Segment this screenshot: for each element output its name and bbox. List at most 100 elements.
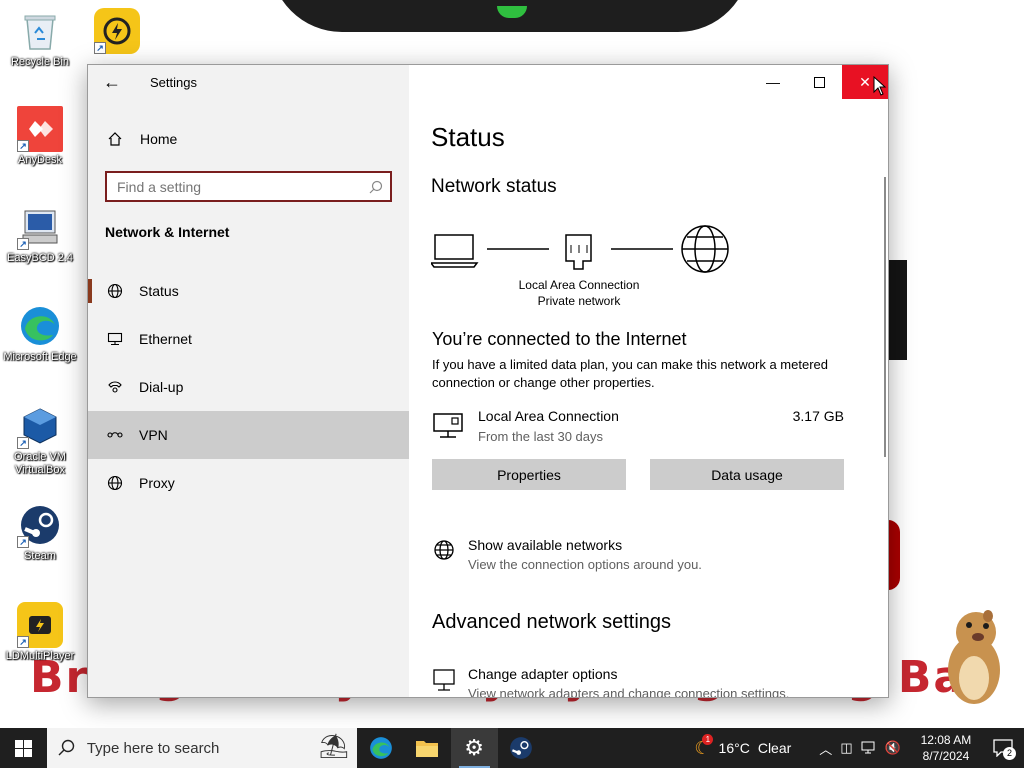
weather-temperature: 16°C: [718, 740, 750, 756]
shortcut-arrow-icon: ↗: [17, 238, 29, 250]
sidebar-item-label: Ethernet: [139, 331, 192, 347]
connected-description: If you have a limited data plan, you can…: [432, 357, 828, 390]
properties-button[interactable]: Properties: [432, 459, 626, 490]
meet-now-icon[interactable]: ◫: [840, 740, 852, 756]
sidebar-item-vpn[interactable]: VPN: [88, 411, 409, 459]
network-type: Private network: [537, 294, 621, 308]
sidebar-nav: Status Ethernet Dial-up VPN Proxy: [88, 267, 409, 507]
sidebar-item-label: Status: [139, 283, 179, 299]
shortcut-arrow-icon: ↗: [17, 536, 29, 548]
desktop-icon-recycle-bin[interactable]: Recycle Bin: [0, 8, 80, 69]
close-icon: ✕: [859, 73, 871, 90]
link-title: Show available networks: [468, 537, 623, 553]
link-title: Change adapter options: [468, 666, 618, 682]
sidebar-item-dialup[interactable]: Dial-up: [88, 363, 409, 411]
desktop-icon-label: AnyDesk: [17, 154, 63, 166]
scrollbar[interactable]: [884, 177, 886, 457]
ethernet-icon: [105, 331, 125, 347]
home-icon: [105, 131, 125, 147]
desktop-icon-ldplayer[interactable]: ↗: [77, 8, 157, 56]
sidebar-item-status[interactable]: Status: [88, 267, 409, 315]
shortcut-arrow-icon: ↗: [17, 140, 29, 152]
weather-alert-badge: 1: [702, 733, 714, 745]
show-available-networks-link[interactable]: Show available networks View the connect…: [432, 537, 852, 577]
laptop-icon: [431, 234, 479, 268]
globe-icon: [105, 283, 125, 299]
sidebar-item-label: VPN: [139, 427, 168, 443]
window-title: Settings: [150, 74, 197, 90]
steam-icon: [510, 737, 532, 759]
back-arrow-icon: ←: [103, 71, 121, 92]
shortcut-arrow-icon: ↗: [94, 42, 106, 54]
volume-muted-icon[interactable]: 🔇: [885, 740, 901, 756]
desktop-icon-easybcd[interactable]: ↗ EasyBCD 2.4: [0, 204, 80, 265]
minimize-button[interactable]: —: [750, 65, 796, 99]
settings-window: ← Settings Home Network & Internet Statu…: [87, 64, 889, 698]
change-adapter-options-link[interactable]: Change adapter options View network adap…: [432, 666, 852, 697]
desktop-icon-label: Microsoft Edge: [3, 351, 77, 363]
network-status-heading: Network status: [431, 176, 557, 197]
search-icon[interactable]: [362, 180, 390, 194]
sidebar-item-ethernet[interactable]: Ethernet: [88, 315, 409, 363]
windows-logo-icon: [14, 739, 32, 757]
weather-description: Clear: [757, 740, 792, 756]
sidebar-item-label: Proxy: [139, 475, 175, 491]
desktop-icon-ldmultiplayer[interactable]: ↗ LDMultiPlayer: [0, 602, 80, 663]
settings-search-box[interactable]: [105, 171, 392, 202]
vpn-icon: [105, 427, 125, 443]
edge-icon: [369, 737, 392, 759]
desktop-icon-label: Oracle VM VirtualBox: [14, 451, 66, 476]
title-bar: ← Settings: [88, 65, 409, 99]
desktop-icon-steam[interactable]: ↗ Steam: [0, 502, 80, 563]
anydesk-icon: ↗: [17, 106, 63, 152]
easybcd-icon: ↗: [17, 204, 63, 250]
system-tray: ︿ ◫ 🔇: [819, 739, 901, 758]
weather-moon-icon: ☾ 1: [694, 733, 714, 759]
taskbar-search-box[interactable]: Type here to search ⛱: [46, 728, 358, 768]
ldplayer-icon: ↗: [94, 8, 140, 54]
desktop-icon-virtualbox[interactable]: ↗ Oracle VM VirtualBox: [0, 403, 80, 477]
desktop-icon-anydesk[interactable]: ↗ AnyDesk: [0, 106, 80, 167]
network-icon[interactable]: [861, 741, 877, 755]
advanced-settings-heading: Advanced network settings: [432, 611, 672, 633]
desktop-icon-label: Steam: [24, 550, 56, 562]
maximize-button[interactable]: [796, 65, 842, 99]
desktop-icon-edge[interactable]: Microsoft Edge: [0, 303, 80, 364]
settings-sidebar: ← Settings Home Network & Internet Statu…: [88, 65, 409, 697]
window-caption-buttons: — ✕: [750, 65, 888, 99]
search-input[interactable]: [117, 178, 362, 195]
beach-search-highlight-icon: ⛱: [318, 733, 350, 760]
adapter-name: Local Area Connection: [478, 408, 619, 424]
connected-heading: You’re connected to the Internet: [432, 329, 687, 349]
start-button[interactable]: [0, 728, 47, 768]
weather-widget[interactable]: ☾ 1 16°C Clear: [694, 733, 792, 759]
chevron-up-icon[interactable]: ︿: [819, 739, 832, 758]
ethernet-port-icon: [565, 234, 592, 270]
ldmultiplayer-icon: ↗: [17, 602, 63, 648]
mouse-cursor-icon: [873, 76, 887, 96]
notification-center-button[interactable]: 2: [981, 739, 1024, 760]
taskbar-app-steam[interactable]: [498, 728, 545, 768]
taskbar-app-edge[interactable]: [357, 728, 404, 768]
network-adapter-icon: [432, 412, 464, 445]
maximize-icon: [813, 76, 825, 88]
sidebar-item-home[interactable]: Home: [88, 119, 409, 159]
sidebar-item-proxy[interactable]: Proxy: [88, 459, 409, 507]
settings-content: — ✕ Status Network status Local Area Con…: [409, 65, 888, 697]
virtualbox-icon: ↗: [17, 403, 63, 449]
gear-icon: ⚙: [464, 735, 485, 760]
globe-network-icon: [432, 539, 456, 568]
clock-time: 12:08 AM: [920, 733, 972, 747]
taskbar-app-settings[interactable]: ⚙: [450, 728, 498, 768]
shortcut-arrow-icon: ↗: [17, 437, 29, 449]
adapter-monitor-icon: [432, 668, 456, 697]
sidebar-item-label: Home: [140, 131, 178, 147]
search-icon: [47, 739, 87, 757]
sidebar-item-label: Dial-up: [139, 379, 184, 395]
taskbar-clock[interactable]: 12:08 AM 8/7/2024: [911, 732, 981, 764]
internet-globe-icon: [681, 225, 729, 273]
data-usage-button[interactable]: Data usage: [650, 459, 844, 490]
taskbar-app-file-explorer[interactable]: [404, 728, 451, 768]
sidebar-section-heading: Network & Internet: [105, 224, 230, 240]
back-button[interactable]: ←: [88, 65, 136, 99]
